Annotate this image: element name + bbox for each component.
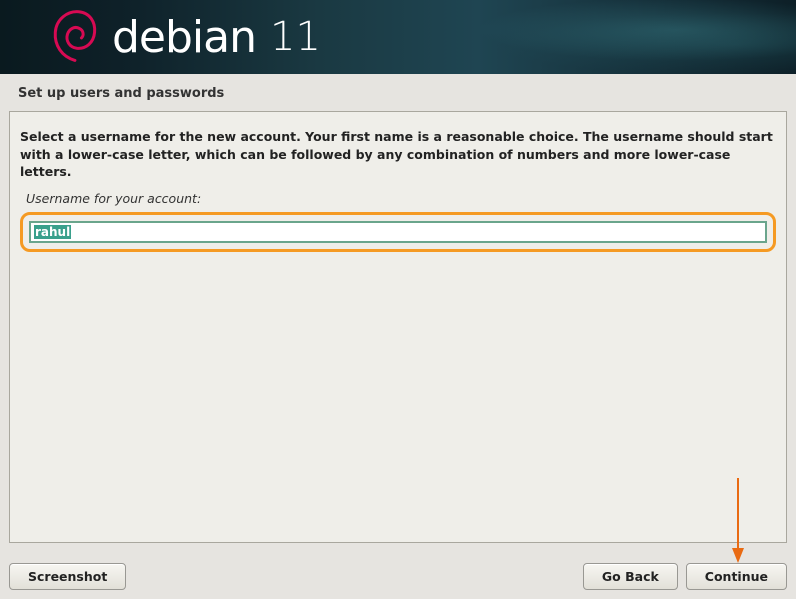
nav-button-group: Go Back Continue	[583, 563, 787, 590]
username-label: Username for your account:	[26, 191, 776, 206]
instruction-text: Select a username for the new account. Y…	[20, 128, 776, 181]
screenshot-button[interactable]: Screenshot	[9, 563, 126, 590]
username-input[interactable]: rahul	[29, 221, 767, 243]
installer-header: debian 11	[0, 0, 796, 74]
brand-name: debian	[112, 12, 256, 63]
highlight-annotation: rahul	[20, 212, 776, 252]
page-title: Set up users and passwords	[0, 74, 796, 111]
go-back-button[interactable]: Go Back	[583, 563, 678, 590]
username-selected-text: rahul	[34, 225, 71, 239]
content-panel: Select a username for the new account. Y…	[9, 111, 787, 543]
button-row: Screenshot Go Back Continue	[9, 563, 787, 590]
continue-button[interactable]: Continue	[686, 563, 787, 590]
debian-swirl-icon	[50, 8, 98, 66]
brand-version: 11	[270, 14, 321, 60]
debian-logo-group: debian 11	[50, 8, 321, 66]
